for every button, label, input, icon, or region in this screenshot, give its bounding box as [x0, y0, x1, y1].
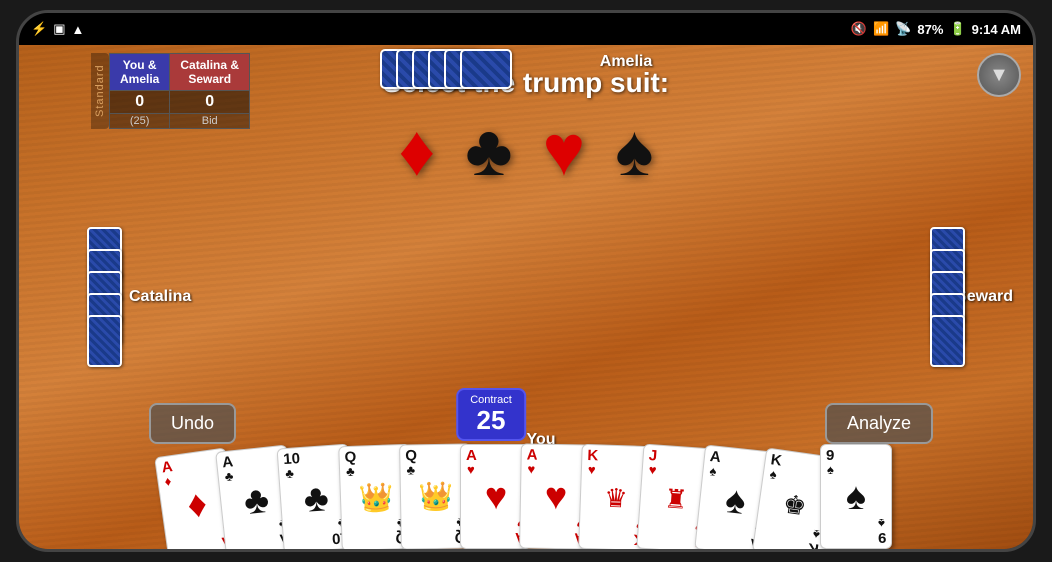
score-table: You & Amelia Catalina & Seward 0 0 (25) … — [109, 53, 250, 129]
amelia-card-6 — [460, 49, 512, 89]
mute-icon: 🔇 — [851, 21, 867, 37]
heart-suit-button[interactable]: ♥ — [543, 115, 586, 187]
status-icons-left: ⚡ ▣ ▲ — [31, 21, 84, 37]
battery-icon: 🔋 — [949, 21, 965, 37]
help-button[interactable]: ▼ — [977, 53, 1021, 97]
usb-icon: ⚡ — [31, 21, 47, 37]
undo-button[interactable]: Undo — [149, 403, 236, 444]
trump-suits: ♦ ♣ ♥ ♠ — [399, 115, 654, 187]
contract-badge: Contract 25 — [456, 388, 526, 441]
player-hand: A ♦ ♦ A ♦ A ♣ ♣ A ♣ 10 ♣ ♣ 10 ♣ — [76, 444, 976, 549]
analyze-button[interactable]: Analyze — [825, 403, 933, 444]
team1-score: 0 — [110, 91, 170, 114]
team2-score: 0 — [170, 91, 250, 114]
status-icons-right: 🔇 📶 📡 87% 🔋 9:14 AM — [851, 21, 1021, 37]
player-amelia-label: Amelia — [600, 53, 652, 71]
seward-cards — [930, 242, 965, 352]
catalina-card-5 — [87, 315, 122, 367]
score-panel: Standard You & Amelia Catalina & Seward … — [91, 53, 250, 129]
phone-frame: ⚡ ▣ ▲ 🔇 📶 📡 87% 🔋 9:14 AM Standard You &… — [16, 10, 1036, 552]
spade-suit-button[interactable]: ♠ — [615, 115, 653, 187]
team2-header: Catalina & Seward — [170, 54, 250, 91]
game-area: Standard You & Amelia Catalina & Seward … — [19, 45, 1033, 549]
player-catalina-label: Catalina — [129, 288, 191, 306]
battery-percent: 87% — [917, 22, 943, 37]
bid-label: Bid — [170, 114, 250, 129]
bid-info: (25) — [110, 114, 170, 129]
status-bar: ⚡ ▣ ▲ 🔇 📶 📡 87% 🔋 9:14 AM — [19, 13, 1033, 45]
club-suit-button[interactable]: ♣ — [465, 115, 512, 187]
diamond-suit-button[interactable]: ♦ — [399, 115, 436, 187]
amelia-cards — [398, 49, 494, 89]
contract-number: 25 — [470, 406, 512, 435]
wifi-active-icon: 📶 — [873, 21, 889, 37]
signal-icon: 📡 — [895, 21, 911, 37]
sim-icon: ▣ — [53, 21, 65, 37]
team1-header: You & Amelia — [110, 54, 170, 91]
game-mode-label: Standard — [91, 53, 109, 129]
seward-card-5 — [930, 315, 965, 367]
wifi-icon: ▲ — [71, 22, 84, 37]
hand-card-12[interactable]: 9 ♠ ♠ 9 ♠ — [820, 444, 892, 549]
catalina-cards — [87, 242, 122, 352]
clock: 9:14 AM — [972, 22, 1021, 37]
